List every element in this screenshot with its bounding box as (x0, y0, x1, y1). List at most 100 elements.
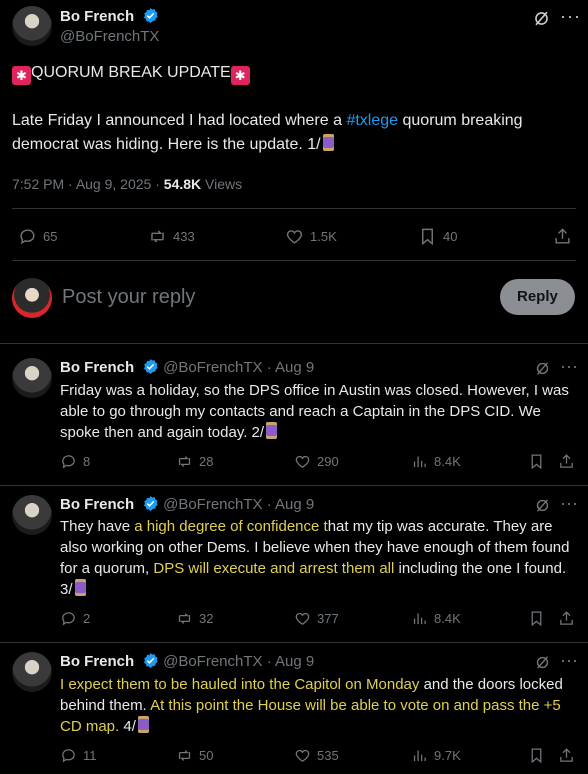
tweet-date[interactable]: Aug 9, 2025 (76, 176, 152, 192)
author-name[interactable]: Bo French (60, 8, 134, 25)
reply-author-name[interactable]: Bo French (60, 359, 134, 376)
reply-header: Bo French @BoFrenchTX · Aug 9 (60, 652, 314, 671)
current-user-avatar[interactable] (12, 278, 52, 318)
grok-icon[interactable] (534, 497, 551, 514)
thread-icon (137, 716, 149, 733)
tweet-body: Late Friday I announced I had located wh… (12, 109, 578, 157)
reply-date[interactable]: Aug 9 (275, 496, 314, 513)
more-options-icon[interactable]: ··· (560, 650, 578, 671)
reply-avatar[interactable] (12, 495, 52, 535)
share-icon[interactable] (558, 610, 575, 627)
highlighted-text: a high degree of confidence t (134, 518, 328, 535)
repost-count: 28 (199, 454, 214, 469)
reply-icon (20, 229, 35, 245)
verified-badge-icon (143, 496, 158, 511)
repost-count: 433 (173, 229, 195, 244)
tweet-text: Late Friday I announced I had located wh… (12, 112, 347, 129)
reply-author-handle[interactable]: @BoFrenchTX (163, 653, 262, 670)
divider (0, 485, 588, 486)
reply-button[interactable]: Reply (500, 279, 575, 315)
repost-action[interactable]: 32 (176, 610, 213, 627)
tweet-title-text: QUORUM BREAK UPDATE (31, 64, 231, 81)
bookmark-action[interactable]: 40 (418, 227, 457, 246)
like-action[interactable]: 1.5K (285, 227, 337, 246)
verified-badge-icon (143, 8, 158, 23)
views-action[interactable]: 8.4K (411, 453, 461, 470)
reply-date[interactable]: Aug 9 (275, 653, 314, 670)
like-action[interactable]: 535 (294, 747, 339, 764)
like-count: 290 (317, 454, 339, 469)
divider (12, 260, 576, 261)
heart-icon (295, 612, 310, 625)
reply-text: I expect them to be hauled into the Capi… (60, 674, 580, 737)
reply-date[interactable]: Aug 9 (275, 359, 314, 376)
reply-avatar[interactable] (12, 652, 52, 692)
thread-icon (266, 422, 278, 439)
highlighted-text: DPS will execute and arrest them all (153, 560, 395, 577)
reply-action[interactable]: 65 (18, 227, 57, 246)
views-icon (413, 750, 426, 762)
reply-avatar[interactable] (12, 358, 52, 398)
tweet-time[interactable]: 7:52 PM (12, 176, 64, 192)
like-count: 377 (317, 611, 339, 626)
divider (12, 208, 576, 209)
grok-icon[interactable] (534, 654, 551, 671)
divider (0, 642, 588, 643)
grok-icon[interactable] (532, 9, 551, 28)
thread-icon (322, 134, 334, 151)
grok-icon[interactable] (534, 360, 551, 377)
views-action[interactable]: 8.4K (411, 610, 461, 627)
repost-icon (178, 750, 191, 761)
verified-badge-icon (143, 359, 158, 374)
repost-icon (178, 613, 191, 624)
reply-header: Bo French @BoFrenchTX · Aug 9 (60, 358, 314, 377)
repost-action[interactable]: 433 (148, 227, 195, 246)
views-count: 9.7K (434, 748, 461, 763)
hashtag-link[interactable]: #txlege (346, 112, 398, 129)
verified-badge-icon (143, 653, 158, 668)
author-avatar[interactable] (12, 6, 52, 46)
views-icon (413, 456, 426, 468)
reply-action[interactable]: 11 (60, 747, 97, 764)
bookmark-icon[interactable] (528, 453, 545, 470)
thread-icon (74, 579, 86, 596)
views-icon (413, 613, 426, 625)
reply-author-name[interactable]: Bo French (60, 496, 134, 513)
reply-action[interactable]: 2 (60, 610, 90, 627)
reply-text-content: They have (60, 518, 135, 535)
repost-action[interactable]: 50 (176, 747, 213, 764)
reply-text-content: Friday was a holiday, so the DPS office … (60, 382, 569, 441)
reply-text: Friday was a holiday, so the DPS office … (60, 380, 580, 443)
reply-header: Bo French @BoFrenchTX · Aug 9 (60, 495, 314, 514)
bookmark-count: 40 (443, 229, 458, 244)
dot-separator: · (262, 653, 276, 670)
reply-input[interactable]: Post your reply (62, 286, 195, 309)
repost-icon (178, 456, 191, 467)
repost-count: 50 (199, 748, 214, 763)
heart-icon (286, 230, 303, 244)
more-options-icon[interactable]: ··· (560, 493, 578, 514)
more-options-icon[interactable]: ··· (560, 356, 578, 377)
share-icon[interactable] (553, 227, 572, 246)
reply-count: 2 (83, 611, 91, 626)
bookmark-icon[interactable] (528, 610, 545, 627)
more-options-icon[interactable]: ··· (560, 6, 581, 27)
reply-author-handle[interactable]: @BoFrenchTX (163, 359, 262, 376)
author-handle[interactable]: @BoFrenchTX (60, 28, 159, 45)
dot-separator: · (262, 359, 276, 376)
reply-count: 11 (83, 748, 97, 763)
share-icon[interactable] (558, 453, 575, 470)
views-action[interactable]: 9.7K (411, 747, 461, 764)
like-count: 1.5K (310, 229, 337, 244)
like-action[interactable]: 290 (294, 453, 339, 470)
views-count: 8.4K (434, 454, 461, 469)
reply-text-content: 4/ (119, 718, 136, 735)
like-action[interactable]: 377 (294, 610, 339, 627)
reply-author-handle[interactable]: @BoFrenchTX (163, 496, 262, 513)
siren-icon: ✱ (230, 66, 250, 85)
reply-action[interactable]: 8 (60, 453, 90, 470)
share-icon[interactable] (558, 747, 575, 764)
reply-author-name[interactable]: Bo French (60, 653, 134, 670)
repost-action[interactable]: 28 (176, 453, 213, 470)
bookmark-icon[interactable] (528, 747, 545, 764)
